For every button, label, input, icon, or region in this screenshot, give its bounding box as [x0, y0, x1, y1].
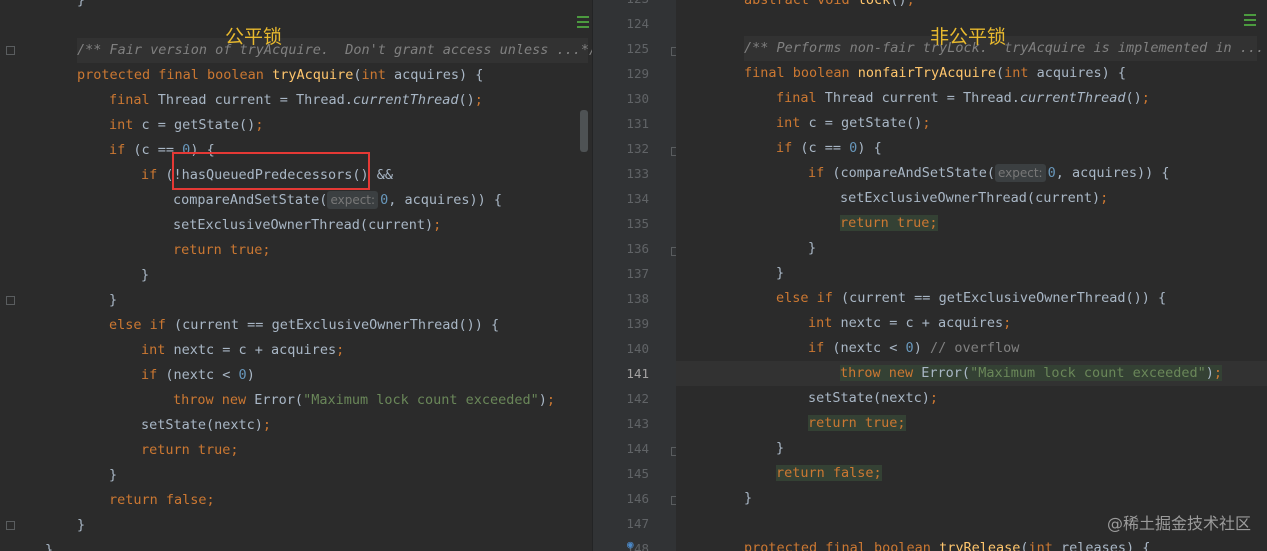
code-line: if (compareAndSetState(expect: 0, acquire…: [808, 164, 1170, 182]
code-line: int c = getState();: [109, 117, 264, 133]
code-line: abstract void lock();: [744, 0, 915, 8]
line-number[interactable]: 135: [609, 211, 649, 236]
code-line: if (nextc < 0): [141, 367, 255, 383]
code-line: if (nextc < 0) // overflow: [808, 340, 1020, 356]
line-number[interactable]: 141: [609, 361, 649, 386]
line-number[interactable]: 138: [609, 286, 649, 311]
code-line: protected final boolean tryAcquire(int a…: [77, 67, 484, 83]
left-editor-pane[interactable]: } /** Fair version of tryAcquire. Don't …: [0, 0, 592, 551]
code-line: int c = getState();: [776, 115, 931, 131]
code-line: return true;: [808, 415, 906, 431]
doc-comment-line: /** Fair version of tryAcquire. Don't gr…: [77, 38, 592, 63]
code-line: int nextc = c + acquires;: [141, 342, 345, 358]
code-line: final Thread current = Thread.currentThr…: [109, 92, 483, 108]
right-editor-pane[interactable]: abstract void lock(); /** Performs non-f…: [676, 0, 1267, 551]
code-line: final boolean nonfairTryAcquire(int acqu…: [744, 65, 1127, 81]
line-number[interactable]: 132: [609, 136, 649, 161]
line-number[interactable]: 140: [609, 336, 649, 361]
scrollbar-thumb[interactable]: [580, 110, 588, 152]
change-marker: [577, 26, 589, 28]
code-line: else if (current == getExclusiveOwnerThr…: [109, 317, 500, 333]
line-number[interactable]: 134: [609, 186, 649, 211]
code-line: return true;: [173, 242, 271, 258]
line-number-gutter: 1231241251291301311321331341351361371381…: [592, 0, 677, 551]
code-line: return true;: [141, 442, 239, 458]
change-marker: [1244, 14, 1256, 16]
current-line: throw new Error("Maximum lock count exce…: [676, 361, 1267, 386]
fold-marker[interactable]: [6, 46, 15, 55]
code-line: }: [776, 265, 785, 281]
code-line: }: [109, 467, 118, 483]
fair-lock-label: 公平锁: [225, 26, 283, 48]
nonfair-lock-label: 非公平锁: [930, 26, 1007, 48]
line-number[interactable]: 146: [609, 486, 649, 511]
code-line: final Thread current = Thread.currentThr…: [776, 90, 1150, 106]
code-line: setState(nextc);: [808, 390, 939, 406]
line-number[interactable]: 136: [609, 236, 649, 261]
code-line: setExclusiveOwnerThread(current);: [173, 217, 442, 233]
param-hint: expect:: [994, 164, 1046, 182]
code-line: }: [776, 440, 785, 456]
line-number[interactable]: 124: [609, 11, 649, 36]
line-number[interactable]: 144: [609, 436, 649, 461]
code-line: compareAndSetState(expect: 0, acquires)) …: [173, 191, 502, 209]
change-marker: [1244, 19, 1256, 21]
code-line: }: [744, 490, 753, 506]
code-line: int nextc = c + acquires;: [808, 315, 1012, 331]
code-line: }: [141, 267, 150, 283]
code-line: }: [77, 517, 86, 533]
code-line: }: [77, 0, 86, 8]
code-line: setState(nextc);: [141, 417, 272, 433]
code-line: return false;: [776, 465, 882, 481]
change-marker: [577, 16, 589, 18]
line-number[interactable]: 137: [609, 261, 649, 286]
line-number[interactable]: 123: [609, 0, 649, 11]
line-number[interactable]: 125: [609, 36, 649, 61]
code-line: else if (current == getExclusiveOwnerThr…: [776, 290, 1167, 306]
code-line: protected final boolean tryRelease(int r…: [744, 540, 1151, 551]
override-icon[interactable]: ◉: [627, 538, 634, 551]
code-line: return true;: [840, 215, 938, 231]
line-number[interactable]: 143: [609, 411, 649, 436]
line-number[interactable]: 142: [609, 386, 649, 411]
code-line: throw new Error("Maximum lock count exce…: [173, 392, 556, 408]
code-line: }: [109, 292, 118, 308]
line-number[interactable]: 147: [609, 511, 649, 536]
highlight-box: [172, 152, 370, 190]
code-line: return false;: [109, 492, 215, 508]
code-line: }: [808, 240, 817, 256]
line-number[interactable]: 145: [609, 461, 649, 486]
code-line: }: [45, 542, 54, 551]
code-line: if (c == 0) {: [776, 140, 882, 156]
line-number[interactable]: 131: [609, 111, 649, 136]
code-line: setExclusiveOwnerThread(current);: [840, 190, 1109, 206]
line-number[interactable]: 130: [609, 86, 649, 111]
watermark: @稀土掘金技术社区: [1106, 514, 1251, 533]
change-marker: [577, 21, 589, 23]
line-number[interactable]: 133: [609, 161, 649, 186]
param-hint: expect:: [327, 191, 379, 209]
line-number[interactable]: 129: [609, 61, 649, 86]
line-number[interactable]: 139: [609, 311, 649, 336]
change-marker: [1244, 24, 1256, 26]
